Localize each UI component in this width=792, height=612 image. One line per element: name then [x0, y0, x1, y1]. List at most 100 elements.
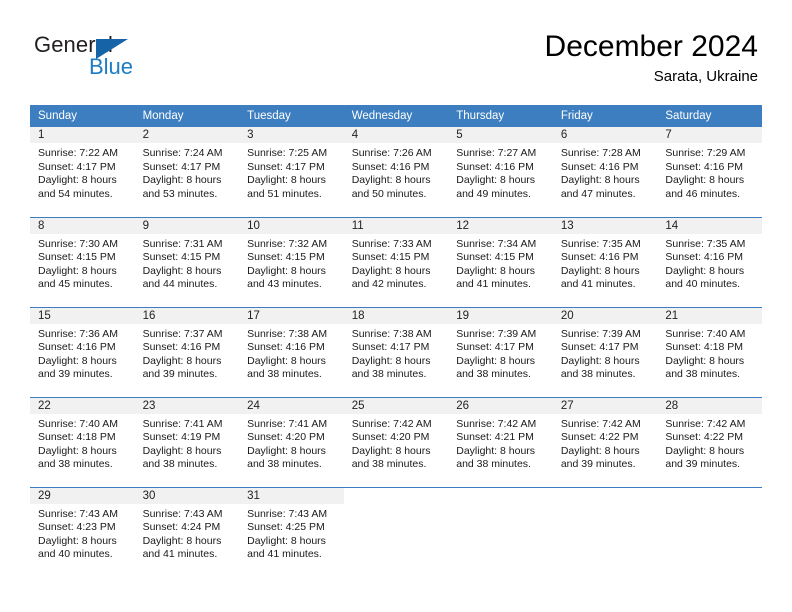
day-cell[interactable]: 4 Sunrise: 7:26 AM Sunset: 4:16 PM Dayli…	[343, 127, 449, 217]
day-cell[interactable]: 22 Sunrise: 7:40 AM Sunset: 4:18 PM Dayl…	[30, 396, 135, 487]
daylight-text-line2: and 39 minutes.	[560, 458, 636, 471]
sunset-text: Sunset: 4:17 PM	[351, 341, 430, 354]
daylight-text-line2: and 51 minutes.	[247, 187, 322, 200]
calendar-table: Sunday Monday Tuesday Wednesday Thursday…	[30, 105, 762, 577]
sunset-text: Sunset: 4:16 PM	[38, 341, 116, 354]
daylight-text-line2: and 38 minutes.	[351, 368, 427, 381]
sunset-text: Sunset: 4:20 PM	[247, 431, 325, 444]
day-number: 21	[657, 307, 762, 324]
day-number: 6	[552, 127, 658, 143]
sunset-text: Sunset: 4:16 PM	[665, 251, 744, 264]
daylight-text-line1: Daylight: 8 hours	[142, 354, 222, 367]
day-cell[interactable]: 5 Sunrise: 7:27 AM Sunset: 4:16 PM Dayli…	[448, 127, 553, 217]
day-cell[interactable]: 6 Sunrise: 7:28 AM Sunset: 4:16 PM Dayli…	[552, 127, 658, 217]
day-cell[interactable]: 10 Sunrise: 7:32 AM Sunset: 4:15 PM Dayl…	[239, 216, 344, 307]
day-number: 23	[134, 397, 240, 414]
day-number: 22	[30, 397, 135, 414]
sunset-text: Sunset: 4:15 PM	[38, 251, 116, 264]
sunrise-text: Sunrise: 7:41 AM	[247, 417, 328, 430]
sunset-text: Sunset: 4:20 PM	[351, 431, 430, 444]
sunset-text: Sunset: 4:25 PM	[247, 521, 325, 534]
sunset-text: Sunset: 4:17 PM	[142, 160, 221, 173]
day-number: 9	[134, 217, 240, 234]
day-cell[interactable]: 18 Sunrise: 7:38 AM Sunset: 4:17 PM Dayl…	[343, 306, 449, 397]
day-cell[interactable]: 24 Sunrise: 7:41 AM Sunset: 4:20 PM Dayl…	[239, 396, 344, 487]
daylight-text-line1: Daylight: 8 hours	[351, 354, 431, 367]
sunset-text: Sunset: 4:22 PM	[560, 431, 639, 444]
logo-text-blue: Blue	[89, 54, 134, 79]
day-cell[interactable]: 16 Sunrise: 7:37 AM Sunset: 4:16 PM Dayl…	[134, 306, 240, 397]
day-details: Sunrise: 7:25 AM Sunset: 4:17 PM Dayligh…	[239, 143, 344, 201]
day-number: 18	[343, 307, 449, 324]
calendar-page: General Blue December 2024 Sarata, Ukrai…	[0, 0, 792, 612]
day-cell[interactable]: 30 Sunrise: 7:43 AM Sunset: 4:24 PM Dayl…	[134, 486, 240, 577]
day-cell[interactable]: 20 Sunrise: 7:39 AM Sunset: 4:17 PM Dayl…	[552, 306, 658, 397]
day-cell[interactable]: 11 Sunrise: 7:33 AM Sunset: 4:15 PM Dayl…	[343, 216, 449, 307]
daylight-text-line1: Daylight: 8 hours	[665, 174, 745, 187]
day-cell[interactable]: 3 Sunrise: 7:25 AM Sunset: 4:17 PM Dayli…	[239, 127, 344, 217]
sunset-text: Sunset: 4:22 PM	[665, 431, 744, 444]
sunrise-text: Sunrise: 7:34 AM	[456, 237, 537, 250]
day-cell[interactable]: 9 Sunrise: 7:31 AM Sunset: 4:15 PM Dayli…	[134, 216, 240, 307]
day-details: Sunrise: 7:35 AM Sunset: 4:16 PM Dayligh…	[657, 234, 762, 292]
day-details: Sunrise: 7:40 AM Sunset: 4:18 PM Dayligh…	[30, 414, 135, 472]
day-number: 20	[552, 307, 658, 324]
day-cell-empty	[552, 486, 658, 577]
daylight-text-line2: and 38 minutes.	[247, 458, 322, 471]
day-cell[interactable]: 17 Sunrise: 7:38 AM Sunset: 4:16 PM Dayl…	[239, 306, 344, 397]
day-cell[interactable]: 31 Sunrise: 7:43 AM Sunset: 4:25 PM Dayl…	[239, 486, 344, 577]
day-details: Sunrise: 7:41 AM Sunset: 4:19 PM Dayligh…	[135, 414, 240, 472]
day-details: Sunrise: 7:34 AM Sunset: 4:15 PM Dayligh…	[448, 234, 553, 292]
day-cell[interactable]: 13 Sunrise: 7:35 AM Sunset: 4:16 PM Dayl…	[552, 216, 658, 307]
day-details: Sunrise: 7:31 AM Sunset: 4:15 PM Dayligh…	[135, 234, 240, 292]
sunrise-text: Sunrise: 7:22 AM	[38, 147, 118, 159]
daylight-text-line1: Daylight: 8 hours	[38, 444, 117, 457]
sunset-text: Sunset: 4:15 PM	[142, 251, 221, 264]
day-cell[interactable]: 28 Sunrise: 7:42 AM Sunset: 4:22 PM Dayl…	[657, 396, 762, 487]
day-details: Sunrise: 7:41 AM Sunset: 4:20 PM Dayligh…	[239, 414, 344, 472]
sunset-text: Sunset: 4:16 PM	[456, 160, 534, 173]
daylight-text-line1: Daylight: 8 hours	[142, 534, 222, 547]
day-number: 3	[239, 127, 344, 143]
sunset-text: Sunset: 4:23 PM	[38, 521, 116, 534]
daylight-text-line2: and 54 minutes.	[38, 187, 113, 200]
daylight-text-line1: Daylight: 8 hours	[247, 174, 326, 187]
day-cell[interactable]: 19 Sunrise: 7:39 AM Sunset: 4:17 PM Dayl…	[448, 306, 553, 397]
sunrise-text: Sunrise: 7:40 AM	[38, 417, 118, 430]
day-cell[interactable]: 25 Sunrise: 7:42 AM Sunset: 4:20 PM Dayl…	[343, 396, 449, 487]
weekday-header-friday: Friday	[552, 105, 658, 127]
week-row: 22 Sunrise: 7:40 AM Sunset: 4:18 PM Dayl…	[30, 396, 762, 487]
day-details: Sunrise: 7:28 AM Sunset: 4:16 PM Dayligh…	[553, 143, 658, 201]
day-cell[interactable]: 26 Sunrise: 7:42 AM Sunset: 4:21 PM Dayl…	[448, 396, 553, 487]
day-details: Sunrise: 7:29 AM Sunset: 4:16 PM Dayligh…	[657, 143, 762, 201]
day-cell[interactable]: 2 Sunrise: 7:24 AM Sunset: 4:17 PM Dayli…	[134, 127, 240, 217]
calendar-header-row: Sunday Monday Tuesday Wednesday Thursday…	[30, 105, 762, 127]
general-blue-logo[interactable]: General Blue	[34, 32, 214, 90]
day-cell[interactable]: 15 Sunrise: 7:36 AM Sunset: 4:16 PM Dayl…	[30, 306, 135, 397]
day-cell[interactable]: 23 Sunrise: 7:41 AM Sunset: 4:19 PM Dayl…	[134, 396, 240, 487]
day-cell[interactable]: 1 Sunrise: 7:22 AM Sunset: 4:17 PM Dayli…	[30, 127, 135, 217]
sunrise-text: Sunrise: 7:36 AM	[38, 327, 118, 340]
day-cell[interactable]: 14 Sunrise: 7:35 AM Sunset: 4:16 PM Dayl…	[657, 216, 762, 307]
day-number: 15	[30, 307, 135, 324]
day-cell[interactable]: 8 Sunrise: 7:30 AM Sunset: 4:15 PM Dayli…	[30, 216, 135, 307]
daylight-text-line2: and 38 minutes.	[247, 368, 322, 381]
day-cell[interactable]: 7 Sunrise: 7:29 AM Sunset: 4:16 PM Dayli…	[657, 127, 762, 217]
day-number: 11	[343, 217, 449, 234]
daylight-text-line2: and 50 minutes.	[351, 187, 427, 200]
sunrise-text: Sunrise: 7:28 AM	[560, 147, 641, 159]
day-number: 14	[657, 217, 762, 234]
day-cell[interactable]: 27 Sunrise: 7:42 AM Sunset: 4:22 PM Dayl…	[552, 396, 658, 487]
sunset-text: Sunset: 4:24 PM	[142, 521, 221, 534]
sunset-text: Sunset: 4:16 PM	[665, 160, 744, 173]
day-cell[interactable]: 29 Sunrise: 7:43 AM Sunset: 4:23 PM Dayl…	[30, 486, 135, 577]
day-cell[interactable]: 12 Sunrise: 7:34 AM Sunset: 4:15 PM Dayl…	[448, 216, 553, 307]
weekday-header-sunday: Sunday	[30, 105, 135, 127]
day-details: Sunrise: 7:42 AM Sunset: 4:22 PM Dayligh…	[657, 414, 762, 472]
day-cell[interactable]: 21 Sunrise: 7:40 AM Sunset: 4:18 PM Dayl…	[657, 306, 762, 397]
week-row: 29 Sunrise: 7:43 AM Sunset: 4:23 PM Dayl…	[30, 486, 762, 577]
sunset-text: Sunset: 4:17 PM	[560, 341, 639, 354]
daylight-text-line2: and 39 minutes.	[142, 368, 218, 381]
day-details: Sunrise: 7:35 AM Sunset: 4:16 PM Dayligh…	[553, 234, 658, 292]
daylight-text-line1: Daylight: 8 hours	[665, 444, 745, 457]
